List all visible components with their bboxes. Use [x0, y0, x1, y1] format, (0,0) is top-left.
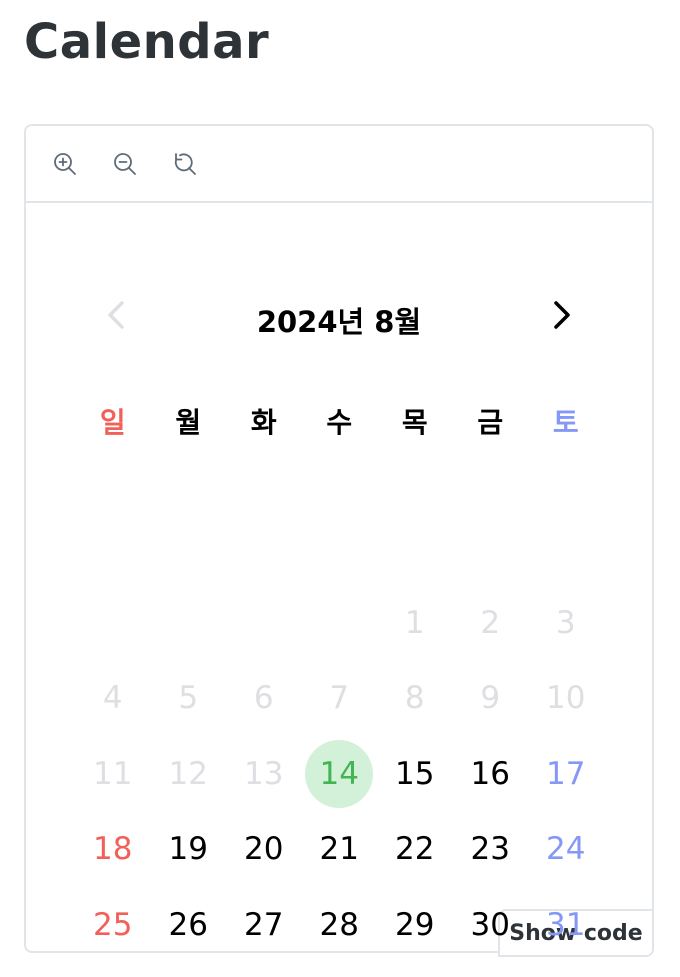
- zoom-in-button[interactable]: [52, 151, 78, 177]
- day-number: 7: [329, 680, 350, 717]
- day-cell[interactable]: 27: [226, 887, 302, 963]
- day-cell[interactable]: 23: [453, 812, 529, 888]
- day-cell[interactable]: 28: [302, 887, 378, 963]
- day-cell[interactable]: 24: [528, 812, 604, 888]
- weekday-fri: 금: [477, 406, 504, 439]
- day-number: 1: [404, 604, 425, 641]
- day-cell[interactable]: 25: [75, 887, 151, 963]
- day-number: 24: [546, 831, 586, 868]
- day-number: 5: [178, 680, 199, 717]
- day-empty: [151, 585, 227, 661]
- day-number: 28: [319, 906, 359, 943]
- day-cell[interactable]: 8: [377, 661, 453, 737]
- day-number: 14: [319, 755, 359, 792]
- day-number: 4: [102, 680, 123, 717]
- weekday-wed: 수: [326, 406, 353, 439]
- weekday-mon: 월: [175, 406, 202, 439]
- day-cell[interactable]: 6: [226, 661, 302, 737]
- day-cell[interactable]: 1: [377, 585, 453, 661]
- day-number: 9: [480, 680, 501, 717]
- day-number: 2: [480, 604, 501, 641]
- day-cell[interactable]: 17: [528, 736, 604, 812]
- day-cell[interactable]: 15: [377, 736, 453, 812]
- day-cell[interactable]: 26: [151, 887, 227, 963]
- day-number: 26: [168, 906, 208, 943]
- calendar-preview: 2024년 8월 일 월 화 수 목 금 토 1 2 3 4 5 6 7 8 9 10 11 12 13…: [26, 203, 654, 957]
- weekday-sat: 토: [552, 406, 579, 439]
- day-number: 20: [244, 831, 284, 868]
- day-number: 22: [395, 831, 435, 868]
- day-number: 13: [244, 755, 284, 792]
- zoom-toolbar: [26, 126, 652, 203]
- day-cell[interactable]: 20: [226, 812, 302, 888]
- day-number: 29: [395, 906, 435, 943]
- day-cell[interactable]: 19: [151, 812, 227, 888]
- days-grid: 1 2 3 4 5 6 7 8 9 10 11 12 13 14 15 16 17 18 19 20 21 22 23 24 2…: [75, 585, 604, 963]
- weekday-thu: 목: [401, 406, 428, 439]
- day-number: 15: [395, 755, 435, 792]
- day-number: 3: [555, 604, 576, 641]
- day-cell[interactable]: 9: [453, 661, 529, 737]
- day-number: 27: [244, 906, 284, 943]
- day-number: 18: [93, 831, 133, 868]
- day-cell[interactable]: 21: [302, 812, 378, 888]
- day-number: 19: [168, 831, 208, 868]
- reset-zoom-icon: [174, 152, 196, 175]
- page-title: Calendar: [24, 14, 270, 70]
- day-cell[interactable]: 13: [226, 736, 302, 812]
- day-empty: [302, 585, 378, 661]
- day-cell[interactable]: 3: [528, 585, 604, 661]
- weekday-sun: 일: [99, 406, 126, 439]
- day-cell[interactable]: 11: [75, 736, 151, 812]
- day-cell[interactable]: 7: [302, 661, 378, 737]
- day-cell[interactable]: 4: [75, 661, 151, 737]
- day-cell[interactable]: 5: [151, 661, 227, 737]
- weekday-tue: 화: [250, 406, 277, 439]
- day-number: 17: [546, 755, 586, 792]
- calendar-header: 2024년 8월: [26, 295, 652, 339]
- day-cell[interactable]: 10: [528, 661, 604, 737]
- day-number: 30: [470, 906, 510, 943]
- next-month-button[interactable]: [550, 295, 574, 335]
- example-card: 2024년 8월 일 월 화 수 목 금 토 1 2 3 4 5 6 7 8 9 10 11 12 13…: [24, 124, 654, 957]
- day-number: 23: [470, 831, 510, 868]
- day-cell[interactable]: 2: [453, 585, 529, 661]
- day-number: 11: [93, 755, 133, 792]
- day-number: 8: [404, 680, 425, 717]
- day-number: 31: [546, 906, 586, 943]
- day-cell[interactable]: 12: [151, 736, 227, 812]
- day-number: 25: [93, 906, 133, 943]
- zoom-out-button[interactable]: [112, 151, 138, 177]
- reset-zoom-button[interactable]: [172, 151, 198, 177]
- day-cell-today[interactable]: 14: [302, 736, 378, 812]
- day-empty: [75, 585, 151, 661]
- day-number: 6: [253, 680, 274, 717]
- weekday-header: 일 월 화 수 목 금 토: [75, 401, 604, 441]
- day-cell[interactable]: 29: [377, 887, 453, 963]
- day-number: 10: [546, 680, 586, 717]
- day-cell[interactable]: 16: [453, 736, 529, 812]
- zoom-in-icon: [54, 152, 76, 175]
- day-number: 21: [319, 831, 359, 868]
- day-number: 12: [168, 755, 208, 792]
- day-cell[interactable]: 18: [75, 812, 151, 888]
- day-cell[interactable]: 22: [377, 812, 453, 888]
- zoom-out-icon: [114, 152, 136, 175]
- chevron-right-icon: [554, 301, 570, 329]
- day-number: 16: [470, 755, 510, 792]
- day-empty: [226, 585, 302, 661]
